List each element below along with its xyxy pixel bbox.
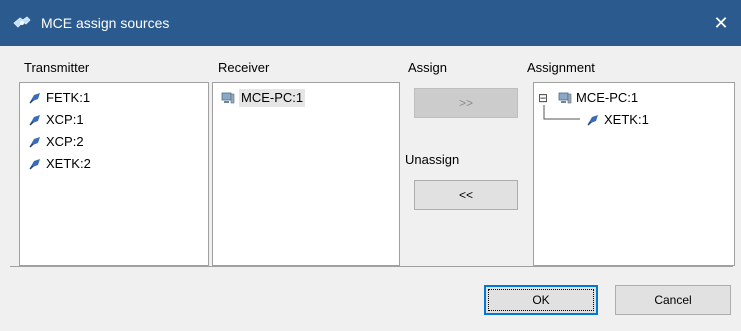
transmitter-list[interactable]: FETK:1 XCP:1 XCP:2 XETK:2 — [19, 82, 209, 266]
list-item[interactable]: XCP:1 — [28, 111, 84, 129]
list-item-label: XCP:2 — [46, 134, 84, 149]
assignment-label: Assignment — [527, 60, 595, 75]
satellite-icon — [28, 91, 42, 105]
tree-connector — [543, 105, 580, 120]
list-item[interactable]: FETK:1 — [28, 89, 90, 107]
cancel-button[interactable]: Cancel — [615, 285, 731, 315]
window-title: MCE assign sources — [41, 15, 170, 31]
receiver-list[interactable]: MCE-PC:1 — [212, 82, 400, 266]
tree-node-child[interactable]: XETK:1 — [586, 111, 649, 129]
tree-node-label: XETK:1 — [604, 112, 649, 127]
list-item[interactable]: XCP:2 — [28, 133, 84, 151]
ok-button[interactable]: OK — [484, 285, 598, 315]
unassign-button[interactable]: << — [414, 180, 518, 210]
receiver-label: Receiver — [218, 60, 270, 75]
footer-divider — [10, 266, 733, 267]
list-item[interactable]: MCE-PC:1 — [221, 89, 306, 107]
satellite-icon — [28, 113, 42, 127]
list-item-label: FETK:1 — [46, 90, 91, 105]
list-item-label: XETK:2 — [46, 156, 91, 171]
network-plug-icon — [12, 14, 32, 32]
tree-node-label: MCE-PC:1 — [576, 90, 639, 105]
focus-ring — [488, 289, 594, 311]
computer-icon — [221, 91, 235, 105]
list-item-label: MCE-PC:1 — [239, 89, 306, 107]
title-bar: MCE assign sources ✕ — [0, 0, 741, 46]
list-item[interactable]: XETK:2 — [28, 155, 91, 173]
list-item-label: XCP:1 — [46, 112, 84, 127]
computer-icon — [558, 91, 572, 105]
assignment-tree[interactable]: ⊟ MCE-PC:1 XETK:1 — [533, 82, 735, 266]
satellite-icon — [28, 135, 42, 149]
unassign-label: Unassign — [405, 152, 460, 167]
satellite-icon — [28, 157, 42, 171]
assign-label: Assign — [408, 60, 448, 75]
satellite-icon — [586, 113, 600, 127]
close-icon[interactable]: ✕ — [711, 13, 731, 33]
transmitter-label: Transmitter — [24, 60, 90, 75]
assign-button[interactable]: >> — [414, 88, 518, 118]
